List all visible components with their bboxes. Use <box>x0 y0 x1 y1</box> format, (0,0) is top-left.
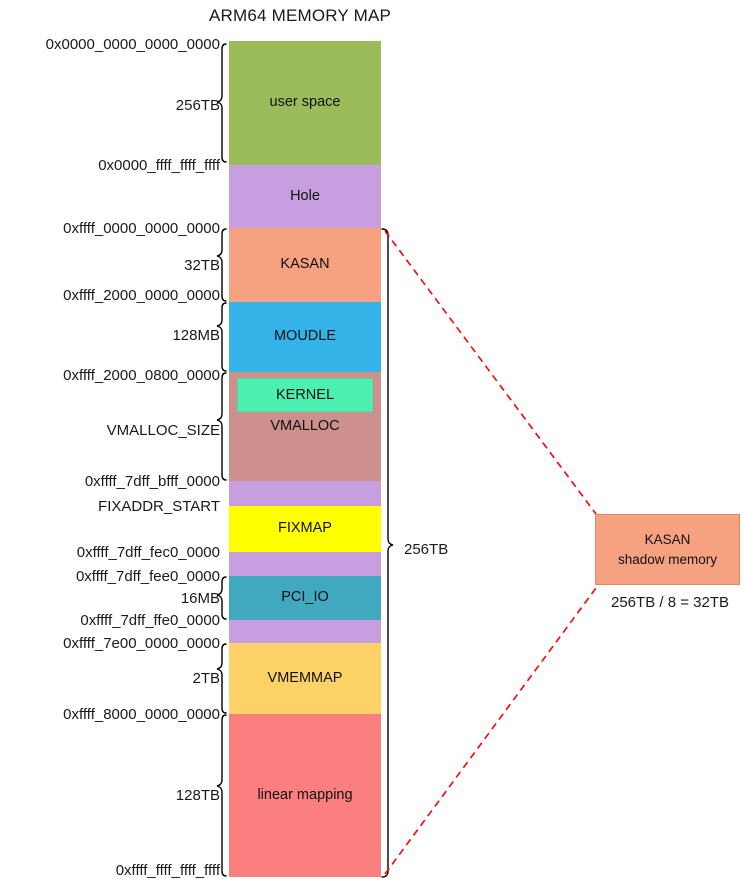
memory-band-moudle: MOUDLE <box>229 302 381 372</box>
callout-note: 256TB / 8 = 32TB <box>611 594 729 611</box>
memory-band-label: PCI_IO <box>281 589 329 606</box>
memory-band-label: MOUDLE <box>273 328 337 345</box>
memory-band-label: KASAN <box>280 256 330 273</box>
addr-kernel-start: 0xffff_0000_0000_0000 <box>63 220 220 237</box>
size-module: 128MB <box>172 327 220 344</box>
memory-band-label: FIXMAP <box>278 520 332 537</box>
memory-band-pci-io: PCI_IO <box>229 576 381 620</box>
memory-band-label: VMALLOC <box>270 417 340 434</box>
addr-fixmap-end: 0xffff_7dff_fec0_0000 <box>76 544 220 561</box>
memory-band-kasan: KASAN <box>229 228 381 302</box>
size-kasan: 32TB <box>184 257 220 274</box>
brace-kernel-total <box>381 228 394 878</box>
memory-band-gap-1 <box>229 481 381 506</box>
addr-user-start: 0x0000_0000_0000_0000 <box>45 36 220 53</box>
memory-band-label: user space <box>269 94 341 111</box>
memory-band-fixmap: FIXMAP <box>229 506 381 552</box>
leader-line-bottom <box>384 587 597 875</box>
memory-band-label: Hole <box>290 187 320 204</box>
callout-line-2: shadow memory <box>617 551 718 567</box>
memory-column: user space Hole KASAN MOUDLE VMALLOC FIXMAP PC… <box>229 41 381 877</box>
addr-linear-end: 0xffff_ffff_ffff_ffff <box>115 862 220 879</box>
page-title: ARM64 MEMORY MAP <box>208 6 392 25</box>
memory-band-label: VMEMMAP <box>267 669 343 686</box>
addr-pci-end: 0xffff_7dff_ffe0_0000 <box>80 612 220 629</box>
memory-band-label: linear mapping <box>257 786 353 803</box>
memory-band-vmemmap: VMEMMAP <box>229 643 381 714</box>
size-user-space: 256TB <box>175 97 220 114</box>
size-vmemmap: 2TB <box>192 670 220 687</box>
size-vmalloc: VMALLOC_SIZE <box>106 422 220 439</box>
memory-band-hole: Hole <box>229 165 381 228</box>
memory-band-user-space: user space <box>229 41 381 165</box>
size-linear: 128TB <box>175 787 220 804</box>
memory-band-gap-2 <box>229 552 381 576</box>
size-pci-io: 16MB <box>180 590 220 607</box>
memory-band-label: KERNEL <box>275 387 335 403</box>
leader-line-top <box>384 230 597 515</box>
memory-band-kernel: KERNEL <box>237 378 373 412</box>
kasan-shadow-memory-callout: KASAN shadow memory <box>595 514 740 585</box>
label-fixaddr: FIXADDR_START <box>98 498 220 515</box>
memory-band-linear-mapping: linear mapping <box>229 714 381 877</box>
addr-user-end: 0x0000_ffff_ffff_ffff <box>98 157 220 174</box>
addr-fixaddr-top: 0xffff_7dff_bfff_0000 <box>84 473 220 490</box>
addr-pci-start: 0xffff_7dff_fee0_0000 <box>75 568 220 585</box>
addr-vmalloc-start: 0xffff_2000_0800_0000 <box>63 367 220 384</box>
size-kernel-total: 256TB <box>404 541 449 558</box>
memory-band-gap-3 <box>229 620 381 643</box>
addr-vmemmap-start: 0xffff_7e00_0000_0000 <box>63 635 220 652</box>
callout-line-1: KASAN <box>644 531 691 547</box>
addr-linear-start: 0xffff_8000_0000_0000 <box>63 706 220 723</box>
addr-module-start: 0xffff_2000_0000_0000 <box>63 287 220 304</box>
arm64-memory-map-diagram: ARM64 MEMORY MAP user space Hole KASAN M… <box>0 0 745 895</box>
